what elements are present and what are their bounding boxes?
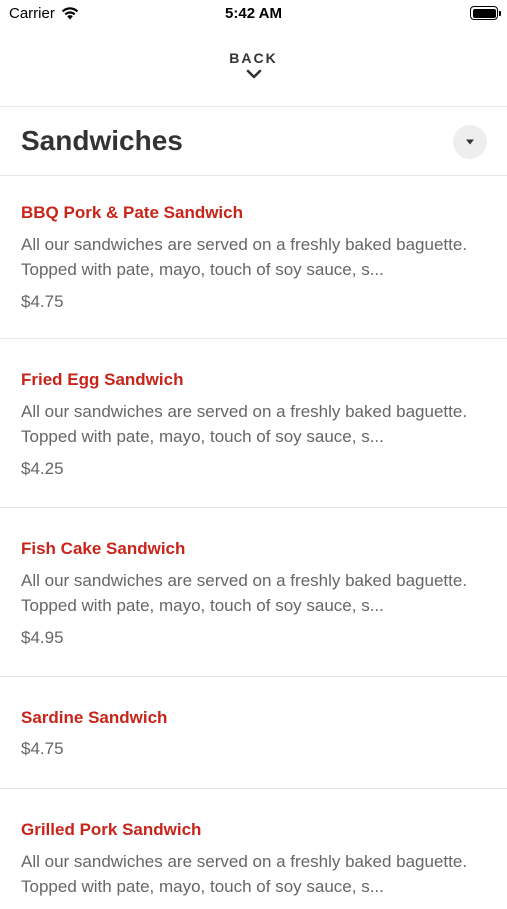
menu-list: BBQ Pork & Pate Sandwich All our sandwic… [0,176,507,909]
item-price: $4.75 [21,739,64,758]
item-price: $4.95 [21,628,64,647]
section-title: Sandwiches [21,125,183,156]
item-description: All our sandwiches are served on a fresh… [21,571,468,615]
menu-item[interactable]: Fried Egg Sandwich All our sandwiches ar… [0,339,507,508]
item-name: Fish Cake Sandwich [21,539,186,558]
item-name: Fried Egg Sandwich [21,370,184,389]
menu-item[interactable]: Grilled Pork Sandwich All our sandwiches… [0,789,507,909]
item-description: All our sandwiches are served on a fresh… [21,235,468,279]
item-price: $4.25 [21,459,64,478]
chevron-down-icon [246,69,261,79]
item-name: Sardine Sandwich [21,708,168,727]
category-dropdown-button[interactable] [453,125,487,159]
menu-item[interactable]: BBQ Pork & Pate Sandwich All our sandwic… [0,176,507,339]
item-description: All our sandwiches are served on a fresh… [21,852,468,896]
item-name: BBQ Pork & Pate Sandwich [21,203,243,222]
menu-item[interactable]: Fish Cake Sandwich All our sandwiches ar… [0,508,507,677]
clock: 5:42 AM [225,5,282,22]
back-label: BACK [229,50,278,66]
menu-item[interactable]: Sardine Sandwich $4.75 [0,677,507,789]
section-header: Sandwiches [0,107,507,175]
caret-down-icon [466,139,474,145]
battery-icon [470,6,501,20]
item-description: All our sandwiches are served on a fresh… [21,402,468,446]
item-name: Grilled Pork Sandwich [21,820,202,839]
back-button[interactable]: BACK [0,44,507,106]
item-price: $4.75 [21,292,64,311]
status-bar: Carrier 5:42 AM [0,0,507,28]
